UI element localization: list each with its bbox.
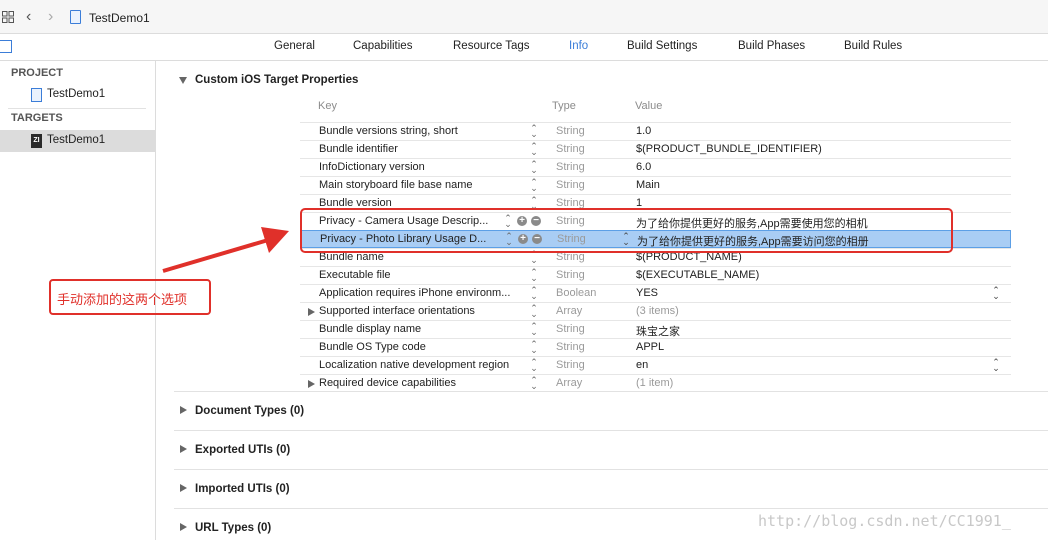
sidebar-item-target[interactable]: ZI TestDemo1	[0, 130, 155, 152]
disclosure-closed-icon[interactable]	[180, 484, 187, 492]
section-exported-utis[interactable]: Exported UTIs (0)	[174, 430, 1048, 469]
project-file-icon	[31, 88, 42, 102]
tab-resource-tags[interactable]: Resource Tags	[453, 40, 530, 52]
breadcrumb-project[interactable]: TestDemo1	[89, 11, 150, 25]
back-chevron-icon[interactable]: ‹	[26, 8, 31, 26]
annotation-callout: 手动添加的这两个选项	[49, 279, 211, 315]
disclosure-closed-icon[interactable]	[180, 406, 187, 414]
sidebar-divider	[8, 108, 146, 109]
key-stepper-icon[interactable]: ⌃ ⌄	[530, 322, 538, 337]
info-editor: Custom iOS Target Properties Key Type Va…	[49, 61, 1048, 540]
disclosure-closed-icon[interactable]	[180, 523, 187, 531]
key-stepper-icon[interactable]: ⌃ ⌄	[530, 268, 538, 283]
key-stepper-icon[interactable]: ⌃ ⌄	[530, 142, 538, 157]
forward-chevron-icon[interactable]: ›	[48, 8, 53, 26]
watermark: http://blog.csdn.net/CC1991_	[758, 512, 1011, 530]
key-stepper-icon[interactable]: ⌃ ⌄	[530, 340, 538, 355]
targets-section-header: TARGETS	[11, 112, 63, 124]
key-stepper-icon[interactable]: ⌃ ⌄	[530, 124, 538, 139]
value-popup-stepper-icon[interactable]: ⌃ ⌄	[992, 358, 1000, 373]
section-document-types[interactable]: Document Types (0)	[174, 391, 1048, 430]
table-row[interactable]: Required device capabilities ⌃ ⌄ Array (1…	[300, 374, 1011, 392]
app-target-icon: ZI	[31, 134, 42, 148]
tab-build-rules[interactable]: Build Rules	[844, 40, 902, 52]
sidebar-item-label: TestDemo1	[47, 134, 106, 146]
tab-info[interactable]: Info	[569, 40, 588, 52]
project-section-header: PROJECT	[11, 67, 63, 79]
related-items-grid-icon[interactable]	[2, 11, 14, 23]
disclosure-closed-icon[interactable]	[180, 445, 187, 453]
tab-build-settings[interactable]: Build Settings	[627, 40, 697, 52]
jump-bar: ‹ › TestDemo1	[0, 0, 1048, 34]
tab-build-phases[interactable]: Build Phases	[738, 40, 805, 52]
key-stepper-icon[interactable]: ⌃ ⌄	[530, 358, 538, 373]
sidebar-toggle-icon[interactable]	[0, 40, 12, 53]
section-imported-utis[interactable]: Imported UTIs (0)	[174, 469, 1048, 508]
column-header-type[interactable]: Type	[552, 100, 576, 112]
value-popup-stepper-icon[interactable]: ⌃ ⌄	[992, 286, 1000, 301]
sidebar-item-label: TestDemo1	[47, 88, 106, 100]
key-stepper-icon[interactable]: ⌃ ⌄	[530, 304, 538, 319]
project-file-icon	[70, 10, 81, 24]
sidebar-item-project[interactable]: TestDemo1	[0, 84, 155, 106]
tab-capabilities[interactable]: Capabilities	[353, 40, 412, 52]
key-stepper-icon[interactable]: ⌃ ⌄	[530, 160, 538, 175]
key-stepper-icon[interactable]: ⌃ ⌄	[530, 178, 538, 193]
disclosure-closed-icon[interactable]	[308, 380, 315, 388]
tab-general[interactable]: General	[274, 40, 315, 52]
red-arrow-icon	[162, 227, 289, 273]
editor-tab-bar: General Capabilities Resource Tags Info …	[0, 34, 1048, 61]
column-header-value[interactable]: Value	[635, 100, 662, 112]
key-stepper-icon[interactable]: ⌃ ⌄	[530, 286, 538, 301]
key-stepper-icon[interactable]: ⌃ ⌄	[530, 376, 538, 391]
